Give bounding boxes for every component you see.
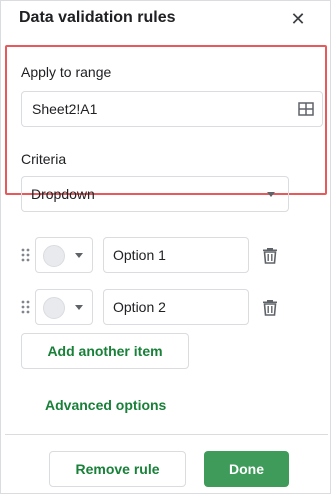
option-row: Option 1 [1,237,331,273]
color-picker[interactable] [35,289,93,325]
option-input[interactable]: Option 2 [103,289,249,325]
color-swatch [43,245,65,267]
data-validation-panel: Data validation rules ✕ Apply to range S… [0,0,331,494]
remove-rule-button[interactable]: Remove rule [49,451,186,487]
panel-title: Data validation rules [19,9,176,26]
range-input[interactable]: Sheet2!A1 [21,91,323,127]
chevron-down-icon [75,305,83,310]
advanced-options-button[interactable]: Advanced options [45,397,166,413]
option-value: Option 2 [113,299,166,315]
trash-icon[interactable] [261,246,279,264]
color-picker[interactable] [35,237,93,273]
trash-icon[interactable] [261,298,279,316]
chevron-down-icon [75,253,83,258]
drag-handle-icon[interactable] [21,300,30,314]
criteria-label: Criteria [21,151,67,167]
apply-to-range-label: Apply to range [21,64,112,80]
divider [5,434,328,435]
option-value: Option 1 [113,247,166,263]
range-value: Sheet2!A1 [32,101,98,117]
grid-select-icon[interactable] [298,101,314,117]
drag-handle-icon[interactable] [21,248,30,262]
add-item-button[interactable]: Add another item [21,333,189,369]
color-swatch [43,297,65,319]
criteria-value: Dropdown [31,186,95,202]
option-row: Option 2 [1,289,331,325]
criteria-dropdown[interactable]: Dropdown [21,176,289,212]
close-icon[interactable]: ✕ [287,8,309,30]
done-button[interactable]: Done [204,451,289,487]
chevron-down-icon [267,192,275,197]
option-input[interactable]: Option 1 [103,237,249,273]
